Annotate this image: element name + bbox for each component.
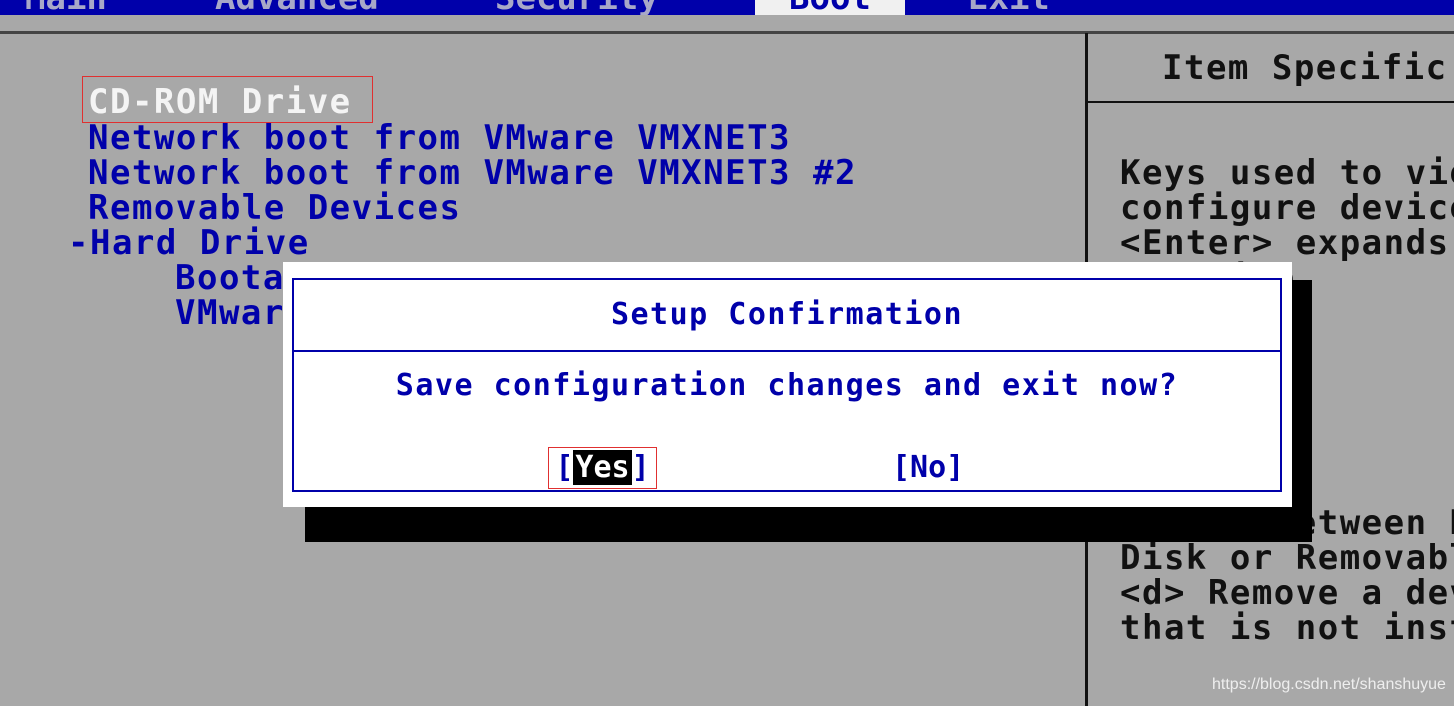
dialog-frame: Setup Confirmation Save configuration ch… [292, 278, 1282, 492]
boot-item-hard-drive[interactable]: -Hard Drive [68, 226, 310, 261]
help-header-divider [1088, 101, 1454, 103]
boot-item-vmware[interactable]: VMwar [175, 296, 285, 331]
boot-item-removable[interactable]: Removable Devices [88, 191, 462, 226]
boot-item-network1[interactable]: Network boot from VMware VMXNET3 [88, 121, 791, 156]
watermark: https://blog.csdn.net/shanshuyue [1212, 676, 1446, 693]
tab-exit[interactable]: Exit [968, 0, 1050, 15]
help-line: Keys used to vie [1120, 156, 1454, 193]
tab-advanced[interactable]: Advanced [215, 0, 379, 15]
boot-item-cdrom[interactable]: CD-ROM Drive [82, 76, 373, 123]
yes-label: Yes [573, 450, 632, 485]
setup-confirmation-dialog: Setup Confirmation Save configuration ch… [283, 262, 1292, 507]
boot-item-network2[interactable]: Network boot from VMware VMXNET3 #2 [88, 156, 857, 191]
help-line: <Enter> expands [1120, 223, 1450, 263]
tab-boot-label: Boot [789, 0, 871, 15]
help-title: Item Specific [1162, 48, 1448, 88]
yes-button[interactable]: [Yes] [548, 447, 657, 489]
dialog-message: Save configuration changes and exit now? [395, 368, 1179, 403]
boot-item-bootable[interactable]: Boota [175, 261, 285, 296]
dialog-title: Setup Confirmation [610, 297, 964, 332]
tab-main[interactable]: Main [25, 0, 107, 15]
help-line: that is not inst [1120, 608, 1454, 646]
tab-security[interactable]: Security [495, 0, 659, 15]
tab-boot[interactable]: Boot [755, 0, 905, 15]
menu-tab-bar: Main Advanced Security Boot Exit [0, 0, 1454, 15]
divider [0, 31, 1454, 34]
help-line: <d> Remove a dev [1120, 573, 1454, 613]
dialog-divider [294, 350, 1280, 352]
help-line: configure device [1120, 188, 1454, 228]
no-button[interactable]: [No] [892, 448, 964, 488]
help-line: Disk or Removabl [1120, 538, 1454, 578]
